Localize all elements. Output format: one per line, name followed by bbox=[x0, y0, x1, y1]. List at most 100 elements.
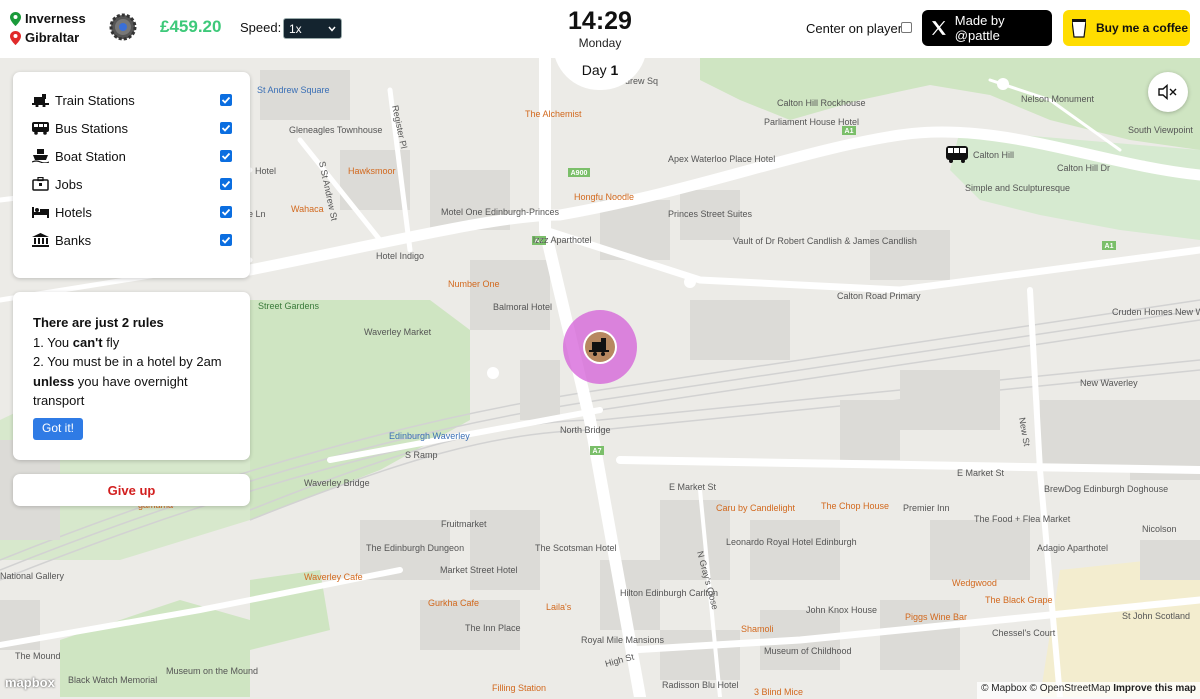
attribution-mapbox[interactable]: © Mapbox bbox=[981, 683, 1027, 694]
layer-checkbox-checked[interactable] bbox=[220, 234, 232, 246]
map-label: Laila's bbox=[546, 602, 572, 612]
game-clock: 14:29 Monday bbox=[556, 6, 644, 51]
map-label: Hawksmoor bbox=[348, 166, 396, 176]
map-label: Gleneagles Townhouse bbox=[289, 125, 382, 135]
map-label: Edinburgh Waverley bbox=[389, 431, 470, 441]
top-bar: Inverness Gibraltar £459.20 Speed: 1x 14… bbox=[0, 0, 1200, 58]
map-label: Cruden Homes New Waverley Site Office bbox=[1112, 307, 1200, 317]
map-label: North Bridge bbox=[560, 425, 611, 435]
map-label: St John Scotland bbox=[1122, 611, 1190, 621]
map-label: lzzz Aparthotel bbox=[533, 235, 592, 245]
layer-checkbox-checked[interactable] bbox=[220, 122, 232, 134]
rule-1-bold: can't bbox=[72, 334, 103, 350]
coffee-cup-icon bbox=[1072, 19, 1086, 38]
x-logo-icon bbox=[931, 21, 946, 35]
speed-label: Speed: bbox=[240, 20, 282, 35]
map-label: New Waverley bbox=[1080, 378, 1138, 388]
map-label: The Mound bbox=[15, 651, 61, 661]
chevron-down-icon bbox=[328, 26, 336, 32]
map-label: Calton Hill bbox=[973, 150, 1014, 160]
buy-coffee-label: Buy me a coffee bbox=[1096, 21, 1189, 35]
rule-1-pre: 1. You bbox=[33, 334, 73, 350]
origin-label: Inverness bbox=[25, 11, 86, 26]
svg-text:A900: A900 bbox=[571, 170, 588, 177]
layer-boat-station[interactable]: Boat Station bbox=[32, 145, 232, 167]
map-label: BrewDog Edinburgh Doghouse bbox=[1044, 484, 1168, 494]
map-label: S Ramp bbox=[405, 450, 438, 460]
buy-coffee-button[interactable]: Buy me a coffee bbox=[1063, 10, 1190, 46]
layer-label: Train Stations bbox=[55, 92, 135, 108]
map-label: Hongfu Noodle bbox=[574, 192, 634, 202]
layer-checkbox-checked[interactable] bbox=[220, 94, 232, 106]
rule-2: 2. You must be in a hotel by 2am unless y… bbox=[33, 352, 238, 411]
map-attribution: © Mapbox © OpenStreetMap Improve this ma… bbox=[977, 682, 1200, 699]
layers-panel: Train Stations Bus Stations Boat Station… bbox=[13, 72, 250, 278]
map-label: Simple and Sculpturesque bbox=[965, 183, 1070, 193]
bed-icon bbox=[32, 207, 49, 218]
layer-bus-stations[interactable]: Bus Stations bbox=[32, 117, 232, 139]
speaker-muted-icon bbox=[1158, 84, 1177, 100]
svg-text:A7: A7 bbox=[593, 448, 602, 455]
attribution-osm[interactable]: © OpenStreetMap bbox=[1030, 683, 1111, 694]
map-label: Waverley Market bbox=[364, 327, 432, 337]
map-label: Chessel's Court bbox=[992, 628, 1056, 638]
layer-label: Banks bbox=[55, 232, 92, 248]
layer-train-stations[interactable]: Train Stations bbox=[32, 89, 232, 111]
map-label: 3 Blind Mice bbox=[754, 687, 803, 697]
improve-map-link[interactable]: Improve this map bbox=[1113, 683, 1196, 694]
day-label: Day bbox=[581, 62, 607, 78]
map-label: The Inn Place bbox=[465, 623, 521, 633]
map-label: Gurkha Cafe bbox=[428, 598, 479, 608]
map-label: Vault of Dr Robert Candlish & James Cand… bbox=[733, 236, 917, 246]
map-label: Caru by Candlelight bbox=[716, 503, 796, 513]
layer-banks[interactable]: Banks bbox=[32, 229, 232, 251]
layer-label: Boat Station bbox=[55, 148, 126, 164]
map-label: e Ln bbox=[248, 209, 266, 219]
map-label: Motel One Edinburgh-Princes bbox=[441, 207, 560, 217]
made-by-button[interactable]: Made by @pattle bbox=[922, 10, 1052, 46]
destination-row: Gibraltar bbox=[10, 28, 86, 47]
give-up-button[interactable]: Give up bbox=[13, 474, 250, 506]
map-label: E Market St bbox=[669, 482, 717, 492]
mute-button[interactable] bbox=[1148, 72, 1188, 112]
got-it-button[interactable]: Got it! bbox=[33, 418, 83, 440]
train-icon bbox=[32, 94, 49, 107]
map-label: Street Gardens bbox=[258, 301, 320, 311]
rules-title: There are just 2 rules bbox=[33, 315, 164, 330]
layer-checkbox-checked[interactable] bbox=[220, 178, 232, 190]
clock-weekday: Monday bbox=[578, 36, 622, 50]
layer-checkbox-checked[interactable] bbox=[220, 150, 232, 162]
bus-icon bbox=[32, 122, 49, 135]
map-label: The Chop House bbox=[821, 501, 889, 511]
map-label: Waverley Cafe bbox=[304, 572, 363, 582]
map-label: Wedgwood bbox=[952, 578, 997, 588]
bank-icon bbox=[32, 233, 49, 247]
map-label: Hotel bbox=[255, 166, 276, 176]
rule-2-text: 2. You must be in a hotel by 2am bbox=[33, 354, 222, 369]
map-label: The Edinburgh Dungeon bbox=[366, 543, 464, 553]
map-label: Black Watch Memorial bbox=[68, 675, 157, 685]
rule-1: 1. You can't fly bbox=[33, 333, 238, 353]
map-label: Apex Waterloo Place Hotel bbox=[668, 154, 775, 164]
speed-select[interactable]: 1x bbox=[283, 18, 342, 39]
layer-jobs[interactable]: Jobs bbox=[32, 173, 232, 195]
layer-checkbox-checked[interactable] bbox=[220, 206, 232, 218]
settings-gear-icon[interactable] bbox=[108, 12, 138, 42]
rules-panel: There are just 2 rules 1. You can't fly … bbox=[13, 292, 250, 460]
map-label: Market Street Hotel bbox=[440, 565, 518, 575]
map-label: Nelson Monument bbox=[1021, 94, 1095, 104]
player-marker[interactable] bbox=[563, 310, 637, 384]
map-label: Radisson Blu Hotel bbox=[662, 680, 739, 690]
map-label: National Gallery bbox=[0, 571, 65, 581]
mapbox-logo[interactable]: mapbox bbox=[5, 675, 55, 690]
map-label: Parliament House Hotel bbox=[764, 117, 859, 127]
map-label: Balmoral Hotel bbox=[493, 302, 552, 312]
center-on-player-checkbox[interactable] bbox=[901, 22, 912, 33]
map-label: Piggs Wine Bar bbox=[905, 612, 967, 622]
map-label: Filling Station bbox=[492, 683, 546, 693]
layer-hotels[interactable]: Hotels bbox=[32, 201, 232, 223]
map-label: The Alchemist bbox=[525, 109, 582, 119]
map-label: Premier Inn bbox=[903, 503, 950, 513]
layer-label: Bus Stations bbox=[55, 120, 128, 136]
map-label: The Food + Flea Market bbox=[974, 514, 1071, 524]
